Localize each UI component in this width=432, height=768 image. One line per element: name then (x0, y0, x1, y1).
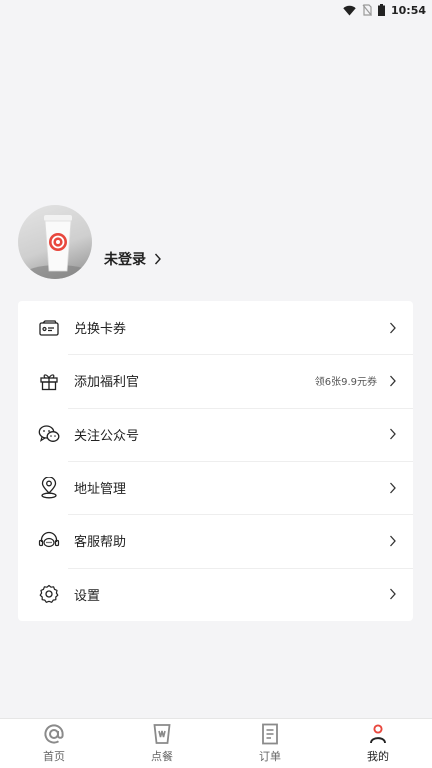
menu-label: 客服帮助 (74, 535, 127, 551)
nav-label: 我的 (367, 750, 389, 763)
menu-label: 兑换卡券 (74, 322, 127, 338)
nav-item-orders[interactable]: 订单 (216, 719, 324, 768)
menu-item-customer-service[interactable]: 客服帮助 (18, 514, 413, 567)
nav-item-order-food[interactable]: 点餐 (108, 719, 216, 768)
status-time: 10:54 (390, 3, 426, 17)
chevron-right-icon (390, 482, 396, 494)
menu-item-address-management[interactable]: 地址管理 (18, 460, 413, 514)
status-bar: 10:54 (0, 0, 432, 20)
nav-label: 订单 (259, 750, 281, 763)
person-icon (370, 724, 386, 744)
menu-label: 地址管理 (74, 482, 127, 498)
nav-item-mine[interactable]: 我的 (324, 719, 432, 768)
menu-item-settings[interactable]: 设置 (18, 567, 413, 621)
coffee-cup-avatar-icon (24, 215, 92, 279)
chevron-right-icon (390, 535, 396, 547)
home-at-icon (44, 724, 64, 744)
ticket-icon (38, 317, 60, 339)
gear-icon (38, 583, 60, 605)
menu-item-add-welfare-officer[interactable]: 添加福利官 领6张9.9元券 (18, 354, 413, 407)
menu-label: 添加福利官 (74, 375, 140, 391)
chevron-right-icon (390, 428, 396, 440)
chevron-right-icon (390, 375, 396, 387)
login-label: 未登录 (104, 252, 146, 268)
menu-label: 设置 (74, 588, 101, 604)
nav-item-home[interactable]: 首页 (0, 719, 108, 768)
location-pin-icon (38, 476, 60, 499)
avatar[interactable] (18, 205, 92, 279)
no-sim-icon (362, 4, 372, 16)
nav-label: 首页 (43, 750, 65, 763)
nav-label: 点餐 (151, 750, 173, 763)
chevron-right-icon (390, 588, 396, 600)
gift-icon (38, 370, 60, 392)
chevron-right-icon (390, 322, 396, 334)
menu-card: 兑换卡券 添加福利官 领6张9.9元券 关注公众号 地址管理 客服帮助 设置 (18, 301, 413, 621)
chevron-right-icon (154, 253, 161, 265)
wifi-icon (343, 5, 356, 15)
coupon-hint-text: 领6张9.9元券 (314, 377, 377, 389)
headset-icon (38, 530, 60, 552)
menu-label: 关注公众号 (74, 428, 140, 444)
order-doc-icon (262, 723, 278, 745)
menu-item-follow-official-account[interactable]: 关注公众号 (18, 407, 413, 461)
menu-item-redeem-coupon[interactable]: 兑换卡券 (18, 301, 413, 354)
profile-section: 未登录 (18, 205, 162, 279)
cup-icon (153, 724, 171, 744)
battery-icon (377, 4, 385, 16)
wechat-icon (38, 423, 60, 445)
bottom-nav: 首页 点餐 订单 我的 (0, 718, 432, 768)
login-link[interactable]: 未登录 (104, 249, 162, 269)
